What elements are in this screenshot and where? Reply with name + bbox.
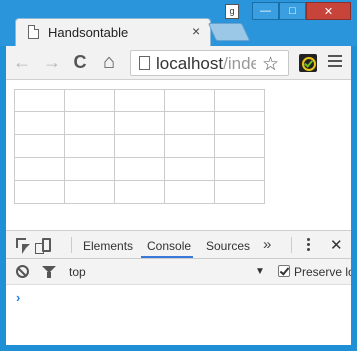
preserve-log-checkbox[interactable] (278, 265, 290, 277)
minimize-button[interactable]: — (252, 2, 279, 20)
devtools-toolbar: Elements Console Sources » ✕ (6, 231, 351, 259)
devtools-close-icon[interactable]: ✕ (330, 236, 343, 254)
grid-cell[interactable] (64, 180, 115, 204)
grid-cell[interactable] (114, 157, 165, 181)
table-row (14, 157, 265, 181)
grid-cell[interactable] (14, 134, 65, 158)
title-bar: Handsontable × g — □ ✕ (0, 0, 357, 46)
grid-cell[interactable] (14, 180, 65, 204)
inspect-element-icon[interactable] (16, 238, 30, 254)
preserve-log-label[interactable]: Preserve lo (294, 265, 351, 279)
url-host: localhost (156, 54, 224, 73)
chrome-menu-icon[interactable] (328, 55, 342, 69)
tab-close-icon[interactable]: × (192, 23, 200, 39)
devtools-panel: Elements Console Sources » ✕ top ▼ Prese… (6, 231, 351, 345)
grid-cell[interactable] (214, 180, 265, 204)
grid-cell[interactable] (164, 134, 215, 158)
console-prompt[interactable]: › (16, 290, 20, 305)
reload-button[interactable]: C (70, 53, 90, 73)
address-bar[interactable]: localhost/inde ☆ (130, 50, 289, 76)
grid-cell[interactable] (214, 111, 265, 135)
page-icon (28, 25, 39, 39)
bookmark-star-icon[interactable]: ☆ (262, 53, 279, 76)
handsontable-grid (14, 89, 265, 204)
console-toolbar: top ▼ Preserve lo (6, 259, 351, 285)
url-path: /inde (223, 54, 256, 73)
grid-cell[interactable] (64, 134, 115, 158)
tab-console[interactable]: Console (147, 239, 191, 253)
grid-cell[interactable] (114, 134, 165, 158)
divider (291, 237, 292, 253)
tab-sources[interactable]: Sources (206, 239, 250, 253)
chevron-down-icon[interactable]: ▼ (255, 266, 265, 277)
more-tabs-icon[interactable]: » (263, 236, 272, 253)
table-row (14, 134, 265, 158)
page-info-icon[interactable] (139, 56, 150, 70)
grid-cell[interactable] (14, 89, 65, 112)
grid-cell[interactable] (14, 157, 65, 181)
table-row (14, 89, 265, 112)
grid-cell[interactable] (114, 111, 165, 135)
grid-cell[interactable] (114, 89, 165, 112)
grid-cell[interactable] (64, 111, 115, 135)
tab-elements[interactable]: Elements (83, 239, 133, 253)
url-text[interactable]: localhost/inde (156, 54, 256, 74)
window-controls: — □ ✕ (252, 2, 351, 22)
tab-title: Handsontable (48, 25, 129, 40)
context-selector[interactable]: top (69, 265, 86, 279)
grid-cell[interactable] (164, 180, 215, 204)
browser-toolbar: ← → C ⌂ localhost/inde ☆ (6, 46, 351, 80)
window-border-right (351, 46, 357, 345)
divider (71, 237, 72, 253)
devtools-menu-icon[interactable] (307, 238, 310, 253)
grid-cell[interactable] (114, 180, 165, 204)
table-row (14, 111, 265, 135)
window-border-bottom (0, 345, 357, 351)
filter-icon[interactable] (42, 266, 56, 278)
close-window-button[interactable]: ✕ (306, 2, 351, 20)
grid-cell[interactable] (64, 89, 115, 112)
new-tab-button[interactable] (207, 23, 251, 41)
extension-icon[interactable] (299, 54, 317, 72)
forward-button[interactable]: → (42, 53, 62, 73)
selected-tab-indicator (141, 256, 193, 258)
clear-console-icon[interactable] (16, 265, 29, 278)
grid-cell[interactable] (164, 111, 215, 135)
page-viewport (6, 80, 351, 231)
back-button[interactable]: ← (12, 53, 32, 73)
grid-cell[interactable] (14, 111, 65, 135)
tab-handsontable[interactable]: Handsontable × (15, 18, 211, 46)
grid-cell[interactable] (214, 89, 265, 112)
maximize-button[interactable]: □ (279, 2, 306, 20)
table-row (14, 180, 265, 204)
grid-cell[interactable] (164, 89, 215, 112)
user-profile-icon[interactable]: g (225, 4, 239, 19)
grid-cell[interactable] (214, 157, 265, 181)
home-button[interactable]: ⌂ (99, 52, 119, 73)
grid-cell[interactable] (164, 157, 215, 181)
device-toolbar-icon[interactable] (35, 238, 51, 254)
grid-cell[interactable] (64, 157, 115, 181)
grid-cell[interactable] (214, 134, 265, 158)
